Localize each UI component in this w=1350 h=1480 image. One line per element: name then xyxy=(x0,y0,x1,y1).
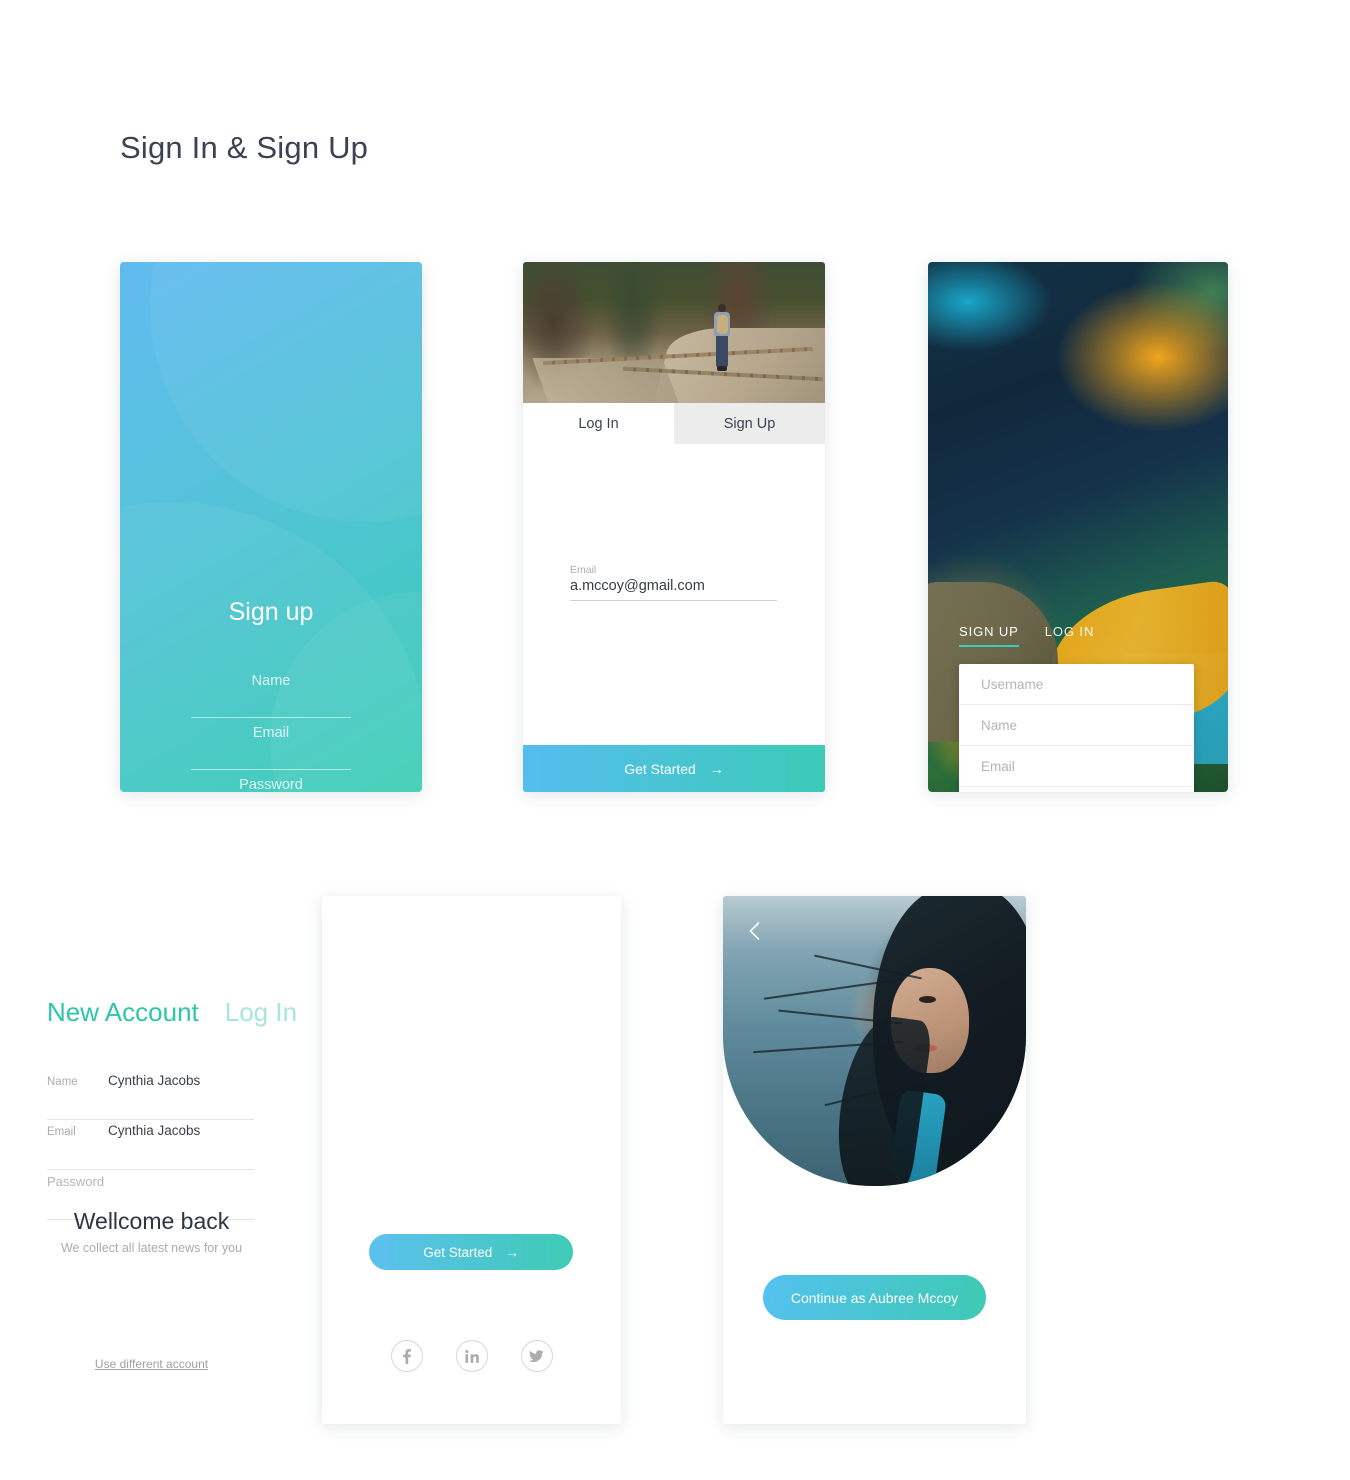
password-field[interactable]: Password xyxy=(191,770,351,792)
new-account-field-list: Name Cynthia Jacobs Email Cynthia Jacobs… xyxy=(47,1070,254,1220)
card-signup-overlay: SIGN UP LOG IN Username Name Email Passw… xyxy=(928,262,1228,792)
email-field-value: a.mccoy@gmail.com xyxy=(570,578,705,594)
tab-new-account[interactable]: New Account xyxy=(47,997,199,1028)
woman-portrait-photo xyxy=(723,896,1026,1186)
tab-log-in[interactable]: LOG IN xyxy=(1045,624,1094,647)
get-started-button[interactable]: Get Started → xyxy=(369,1234,573,1270)
decorative-circle xyxy=(150,262,422,522)
email-field[interactable]: Email Cynthia Jacobs xyxy=(47,1120,254,1170)
twitter-icon[interactable] xyxy=(520,1340,553,1372)
name-field-label: Name xyxy=(47,1076,78,1088)
password-field[interactable]: Password xyxy=(959,787,1194,792)
password-field-placeholder: Password xyxy=(47,1174,105,1189)
card-signup-gradient: Sign up Name Email Password Sign Up Alre… xyxy=(120,262,422,792)
tab-log-in[interactable]: Log In xyxy=(523,403,674,444)
linkedin-icon[interactable] xyxy=(455,1340,488,1372)
name-field[interactable]: Name Cynthia Jacobs xyxy=(47,1070,254,1120)
tab-sign-up[interactable]: Sign Up xyxy=(674,403,825,444)
welcome-subtitle: We collect all latest news for you xyxy=(60,1241,243,1255)
social-login-row xyxy=(322,1340,621,1372)
use-different-account-link[interactable]: Use different account xyxy=(0,1357,303,1371)
password-field-placeholder: Password xyxy=(239,777,303,792)
arrow-right-icon: → xyxy=(505,1244,519,1260)
email-field-value: Cynthia Jacobs xyxy=(108,1123,201,1138)
login-signup-tabs: Log In Sign Up xyxy=(523,403,825,444)
get-started-label: Get Started xyxy=(423,1244,493,1260)
arrow-right-icon: → xyxy=(709,760,724,777)
photo-detail xyxy=(532,358,680,406)
email-field[interactable]: Email xyxy=(959,746,1194,787)
photo-detail xyxy=(712,304,732,378)
tab-sign-up[interactable]: SIGN UP xyxy=(959,624,1019,647)
get-started-button[interactable]: Get Started → xyxy=(523,745,825,792)
welcome-title: Wellcome back xyxy=(73,1208,230,1234)
forest-hiker-photo xyxy=(523,262,825,406)
page-root: Sign In & Sign Up Sign up Name Email Pas… xyxy=(0,0,1350,1480)
signup-login-tabs: SIGN UP LOG IN xyxy=(959,624,1094,647)
email-field-label: Email xyxy=(570,564,597,576)
photo-detail xyxy=(919,996,936,1003)
page-title: Sign In & Sign Up xyxy=(120,130,369,165)
chevron-left-icon[interactable] xyxy=(743,920,765,942)
signup-field-list: Name Email Password xyxy=(191,666,351,792)
continue-as-user-button[interactable]: Continue as Aubree Mccoy xyxy=(763,1275,986,1320)
name-field[interactable]: Name xyxy=(959,705,1194,746)
email-field-placeholder: Email xyxy=(252,725,290,741)
facebook-icon[interactable] xyxy=(390,1340,423,1372)
card-welcome-back xyxy=(723,896,1026,1424)
signup-title: Sign up xyxy=(228,598,314,626)
tab-log-in[interactable]: Log In xyxy=(225,997,297,1028)
email-field[interactable]: Email a.mccoy@gmail.com xyxy=(570,564,777,601)
name-field-value: Cynthia Jacobs xyxy=(108,1073,201,1088)
email-field-label: Email xyxy=(47,1126,76,1138)
name-field-placeholder: Name xyxy=(251,673,291,689)
get-started-label: Get Started xyxy=(624,760,696,777)
new-account-tabs: New Account Log In xyxy=(47,997,297,1028)
email-field[interactable]: Email xyxy=(191,718,351,770)
username-field[interactable]: Username xyxy=(959,664,1194,705)
photo-detail xyxy=(653,328,825,406)
signup-form: Username Name Email Password Repeat pass… xyxy=(959,664,1194,792)
name-field[interactable]: Name xyxy=(191,666,351,718)
card-login-tabs: Log In Sign Up Email a.mccoy@gmail.com P… xyxy=(523,262,825,792)
